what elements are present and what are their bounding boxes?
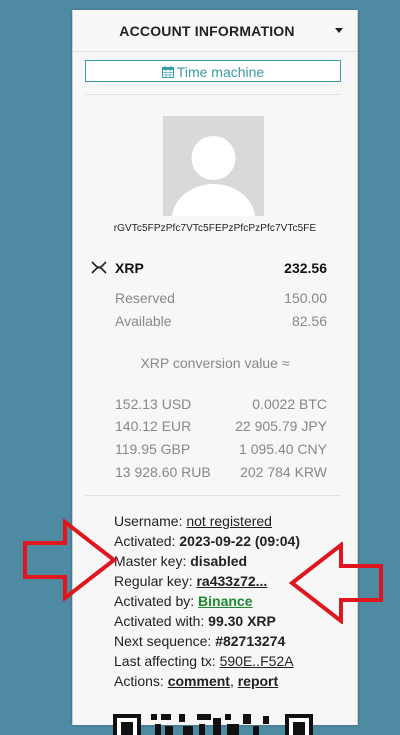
conversion-title: XRP conversion value ≈ [140, 355, 290, 371]
regular-key-label: Regular key: [114, 573, 193, 589]
activated-value: 2023-09-22 (09:04) [179, 533, 301, 549]
activated-by-label: Activated by: [114, 593, 195, 609]
activated-with-label: Activated with: [114, 613, 205, 629]
time-machine-label: Time machine [176, 64, 265, 80]
regular-key-row: Regular key: ra433z72... [114, 573, 267, 589]
activated-row: Activated: 2023-09-22 (09:04) [114, 533, 300, 549]
qr-code [113, 710, 313, 735]
next-sequence-row: Next sequence: #82713274 [114, 633, 285, 649]
activated-label: Activated: [114, 533, 176, 549]
activated-by-link[interactable]: Binance [198, 593, 252, 609]
conversion-right: 202 784 KRW [240, 464, 327, 480]
actions-label: Actions: [114, 673, 164, 689]
next-sequence-value: #82713274 [215, 633, 286, 649]
user-silhouette-icon [171, 136, 256, 216]
conversion-right: 1 095.40 CNY [239, 441, 327, 457]
activated-by-row: Activated by: Binance [114, 593, 253, 609]
avatar [163, 116, 264, 216]
calendar-icon [161, 66, 174, 78]
panel-header[interactable]: ACCOUNT INFORMATION [73, 10, 357, 52]
username-label: Username: [114, 513, 183, 529]
username-link[interactable]: not registered [186, 513, 272, 529]
annotation-arrow-right-icon [23, 519, 118, 601]
conversion-left: 119.95 GBP [115, 441, 191, 457]
report-link[interactable]: report [238, 673, 278, 689]
last-tx-link[interactable]: 590E..F52A [220, 653, 294, 669]
next-sequence-label: Next sequence: [114, 633, 212, 649]
account-address: rGVTc5FPzPfc7VTc5FEPzPfcPzPfc7VTc5FE [113, 223, 317, 234]
master-key-label: Master key: [114, 553, 187, 569]
comment-link[interactable]: comment [168, 673, 230, 689]
conversion-left: 13 928.60 RUB [115, 464, 211, 480]
divider [85, 94, 341, 95]
panel-title: ACCOUNT INFORMATION [119, 23, 295, 39]
conversion-right: 22 905.79 JPY [235, 418, 327, 434]
conversion-right: 0.0022 BTC [252, 396, 327, 412]
xrp-total: 232.56 [284, 260, 327, 276]
time-machine-button[interactable]: Time machine [85, 60, 341, 82]
master-key-row: Master key: disabled [114, 553, 247, 569]
reserved-value: 150.00 [284, 290, 327, 306]
available-value: 82.56 [291, 313, 327, 329]
conversion-left: 152.13 USD [115, 396, 192, 412]
username-row: Username: not registered [114, 513, 272, 529]
last-tx-row: Last affecting tx: 590E..F52A [114, 653, 294, 669]
reserved-label: Reserved [115, 290, 175, 306]
actions-row: Actions: comment, report [114, 673, 279, 689]
chevron-down-icon[interactable] [335, 28, 343, 33]
conversion-left: 140.12 EUR [115, 418, 192, 434]
regular-key-link[interactable]: ra433z72... [196, 573, 267, 589]
available-label: Available [115, 313, 172, 329]
divider [85, 495, 341, 496]
xrp-logo-icon [91, 261, 107, 274]
last-tx-label: Last affecting tx: [114, 653, 216, 669]
activated-with-value: 99.30 XRP [208, 613, 276, 629]
xrp-currency: XRP [115, 260, 144, 276]
annotation-arrow-left-icon [288, 542, 383, 624]
activated-with-row: Activated with: 99.30 XRP [114, 613, 276, 629]
master-key-value: disabled [190, 553, 248, 569]
